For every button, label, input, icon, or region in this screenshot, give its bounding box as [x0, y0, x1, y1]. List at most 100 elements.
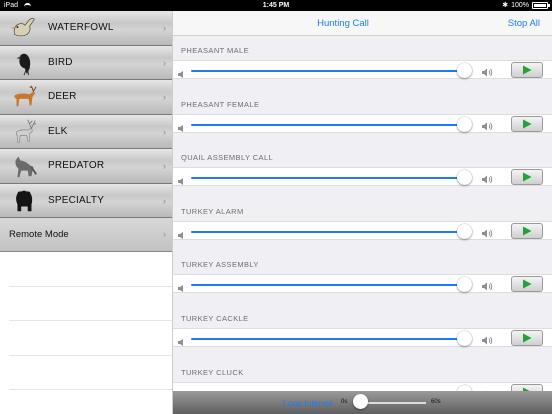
loop-min-label: 0s: [341, 399, 348, 405]
volume-low-icon: [177, 66, 187, 78]
call-section: TURKEY CLUCK: [173, 358, 552, 391]
play-button[interactable]: [511, 222, 543, 239]
volume-slider[interactable]: [191, 230, 465, 233]
app-root: iPad 1:45 PM ✱ 100% WATERFOWL › BIRD › DEER ›…: [0, 0, 552, 414]
remote-mode-label: Remote Mode: [9, 229, 69, 240]
battery-percent: 100%: [511, 2, 529, 9]
play-button[interactable]: [511, 383, 543, 391]
call-section: TURKEY ALARM: [173, 197, 552, 251]
play-button[interactable]: [511, 115, 543, 132]
duck-icon: [8, 13, 40, 43]
volume-low-icon: [177, 173, 187, 186]
category-label: BIRD: [48, 56, 73, 68]
volume-slider-thumb[interactable]: [457, 63, 472, 78]
status-right: ✱ 100%: [502, 0, 550, 11]
call-name: PHEASANT MALE: [181, 46, 249, 55]
call-panel: Hunting Call Stop All PHEASANT MALE PHEAS…: [173, 11, 552, 391]
category-label: SPECIALTY: [48, 194, 105, 206]
stop-all-button[interactable]: Stop All: [508, 18, 540, 29]
play-button[interactable]: [511, 329, 543, 346]
category-label: PREDATOR: [48, 160, 105, 172]
category-sidebar: WATERFOWL › BIRD › DEER › ELK › PREDATOR › SPECIAL…: [0, 11, 173, 414]
call-controls: [173, 327, 552, 347]
volume-high-icon: [481, 226, 494, 238]
volume-high-icon: [481, 65, 494, 77]
volume-slider-thumb[interactable]: [457, 223, 472, 239]
call-controls: [173, 381, 552, 391]
battery-icon: [532, 2, 550, 9]
loop-slider-thumb[interactable]: [353, 394, 368, 409]
volume-slider[interactable]: [191, 123, 465, 126]
volume-slider[interactable]: [191, 70, 465, 72]
bluetooth-icon: ✱: [502, 2, 509, 9]
volume-slider[interactable]: [191, 337, 465, 340]
wolf-icon: [8, 151, 40, 181]
chevron-right-icon: ›: [163, 92, 166, 102]
loop-interval-slider[interactable]: [358, 402, 426, 404]
chevron-right-icon: ›: [163, 229, 166, 239]
play-icon: [522, 333, 532, 343]
call-name: PHEASANT FEMALE: [181, 99, 260, 109]
volume-low-icon: [177, 120, 187, 132]
play-button[interactable]: [511, 276, 543, 293]
empty-row: [9, 321, 172, 356]
call-list: PHEASANT MALE PHEASANT FEMALE QUAIL ASSEMB…: [173, 36, 552, 391]
category-bird[interactable]: BIRD ›: [0, 45, 172, 80]
category-label: DEER: [48, 91, 77, 103]
call-controls: [173, 274, 552, 294]
call-section: TURKEY CACKLE: [173, 304, 552, 358]
empty-row: [9, 356, 172, 390]
category-label: ELK: [48, 125, 68, 137]
chevron-right-icon: ›: [163, 161, 166, 171]
volume-slider-thumb[interactable]: [457, 170, 472, 186]
volume-high-icon: [481, 172, 494, 184]
status-bar: iPad 1:45 PM ✱ 100%: [0, 0, 552, 11]
chevron-right-icon: ›: [163, 126, 166, 137]
volume-high-icon: [481, 119, 494, 131]
loop-toolbar: Loop Interval 0s 60s: [173, 391, 552, 414]
play-icon: [522, 279, 532, 289]
category-specialty[interactable]: SPECIALTY ›: [0, 183, 172, 218]
category-elk[interactable]: ELK ›: [0, 114, 172, 149]
play-icon: [522, 119, 532, 129]
bear-icon: [8, 185, 40, 215]
call-name: QUAIL ASSEMBLY CALL: [181, 153, 274, 163]
volume-slider[interactable]: [191, 177, 465, 180]
category-waterfowl[interactable]: WATERFOWL ›: [0, 11, 172, 46]
play-icon: [522, 226, 532, 236]
call-controls: [173, 113, 552, 133]
nav-bar: Hunting Call Stop All: [173, 11, 552, 36]
play-icon: [522, 172, 532, 182]
call-controls: [173, 220, 552, 240]
call-name: TURKEY CACKLE: [181, 313, 249, 323]
empty-row: [9, 287, 172, 321]
volume-low-icon: [177, 280, 187, 293]
call-section: PHEASANT FEMALE: [173, 90, 552, 144]
volume-slider-thumb[interactable]: [457, 277, 472, 293]
category-list: WATERFOWL › BIRD › DEER › ELK › PREDATOR › SPECIAL…: [0, 11, 172, 218]
deer-icon: [8, 82, 40, 112]
volume-slider[interactable]: [191, 284, 465, 287]
call-controls: [173, 60, 552, 79]
loop-interval-label[interactable]: Loop Interval: [283, 398, 332, 408]
call-name: TURKEY CLUCK: [181, 367, 244, 377]
call-name: TURKEY ALARM: [181, 206, 244, 216]
category-predator[interactable]: PREDATOR ›: [0, 149, 172, 184]
play-button[interactable]: [511, 62, 543, 78]
call-section: TURKEY ASSEMBLY: [173, 250, 552, 304]
elk-icon: [8, 116, 40, 146]
volume-slider-thumb[interactable]: [457, 116, 472, 132]
volume-high-icon: [481, 279, 494, 291]
call-name: TURKEY ASSEMBLY: [181, 260, 259, 270]
page-title: Hunting Call: [317, 18, 369, 29]
remote-mode-row[interactable]: Remote Mode ›: [0, 218, 172, 252]
category-deer[interactable]: DEER ›: [0, 80, 172, 115]
empty-row: [9, 252, 172, 287]
category-label: WATERFOWL: [48, 22, 114, 34]
volume-low-icon: [177, 334, 187, 346]
volume-slider-thumb[interactable]: [457, 330, 472, 346]
play-button[interactable]: [511, 169, 543, 186]
call-section: PHEASANT MALE: [173, 36, 552, 90]
call-controls: [173, 167, 552, 187]
call-section: QUAIL ASSEMBLY CALL: [173, 143, 552, 197]
